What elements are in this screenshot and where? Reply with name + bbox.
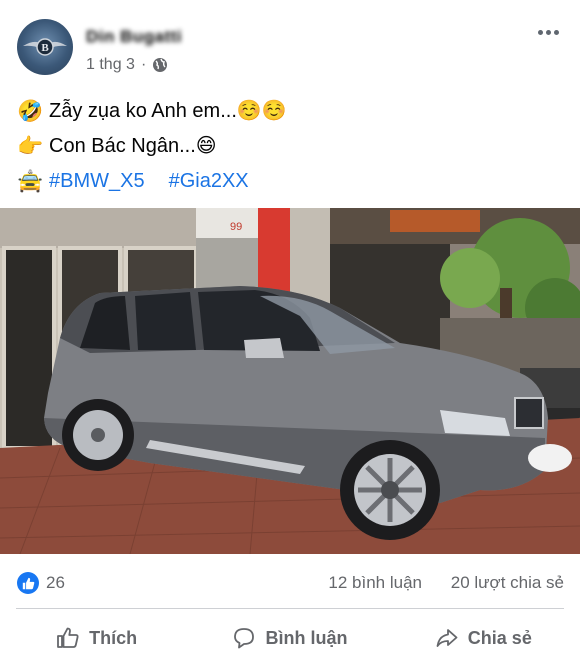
share-button[interactable]: Chia sẻ (387, 612, 580, 664)
author-avatar[interactable]: B (17, 19, 73, 75)
car-photo: 99 (0, 208, 580, 554)
post-text: 🤣 Zẫy zụa ko Anh em...☺️☺️ 👉 Con Bác Ngâ… (17, 94, 563, 199)
author-name[interactable]: Din Bugatti (86, 27, 182, 47)
comment-button-label: Bình luận (265, 627, 348, 648)
share-icon (436, 629, 458, 647)
post-stats: 26 12 bình luận 20 lượt chia sẻ (0, 562, 580, 602)
meta-separator: · (140, 56, 147, 73)
taxi-emoji: 🚖 (17, 169, 44, 193)
post-line-1: 🤣 Zẫy zụa ko Anh em...☺️☺️ (17, 94, 563, 129)
share-count[interactable]: 20 lượt chia sẻ (451, 573, 564, 593)
hashtag-gia2xx[interactable]: #Gia2XX (169, 164, 249, 199)
like-button-label: Thích (89, 627, 138, 648)
post-line-3: 🚖 #BMW_X5 #Gia2XX (17, 164, 563, 199)
share-button-label: Chia sẻ (467, 627, 532, 648)
globe-icon[interactable] (152, 57, 168, 73)
post-line-2: 👉 Con Bác Ngân...😄 (17, 129, 563, 164)
thumbs-up-icon (57, 627, 79, 648)
svg-text:B: B (41, 42, 49, 54)
post-photo[interactable]: 99 (0, 208, 580, 554)
pointing-right-emoji: 👉 (17, 134, 44, 158)
comment-icon (234, 628, 255, 649)
rolling-laughing-emoji: 🤣 (17, 99, 44, 123)
like-reaction-icon[interactable] (17, 572, 39, 594)
like-count[interactable]: 26 (46, 573, 65, 593)
divider (16, 608, 564, 609)
comment-button[interactable]: Bình luận (193, 612, 386, 664)
sign-text: 99 (230, 221, 242, 233)
comment-count[interactable]: 12 bình luận (328, 573, 422, 593)
like-button[interactable]: Thích (0, 612, 193, 664)
post-line-2-text: Con Bác Ngân...😄 (49, 135, 217, 157)
post-line-1-text: Zẫy zụa ko Anh em...☺️☺️ (49, 100, 287, 122)
hashtag-bmw-x5[interactable]: #BMW_X5 (49, 164, 145, 199)
post-timestamp[interactable]: 1 thg 3 (86, 56, 135, 74)
post-header: B Din Bugatti 1 thg 3 · (0, 0, 580, 88)
action-bar: Thích Bình luận Chia sẻ (0, 612, 580, 664)
more-options-icon[interactable] (536, 22, 564, 42)
bentley-logo-icon: B (23, 38, 67, 56)
post-meta: 1 thg 3 · (86, 56, 168, 74)
